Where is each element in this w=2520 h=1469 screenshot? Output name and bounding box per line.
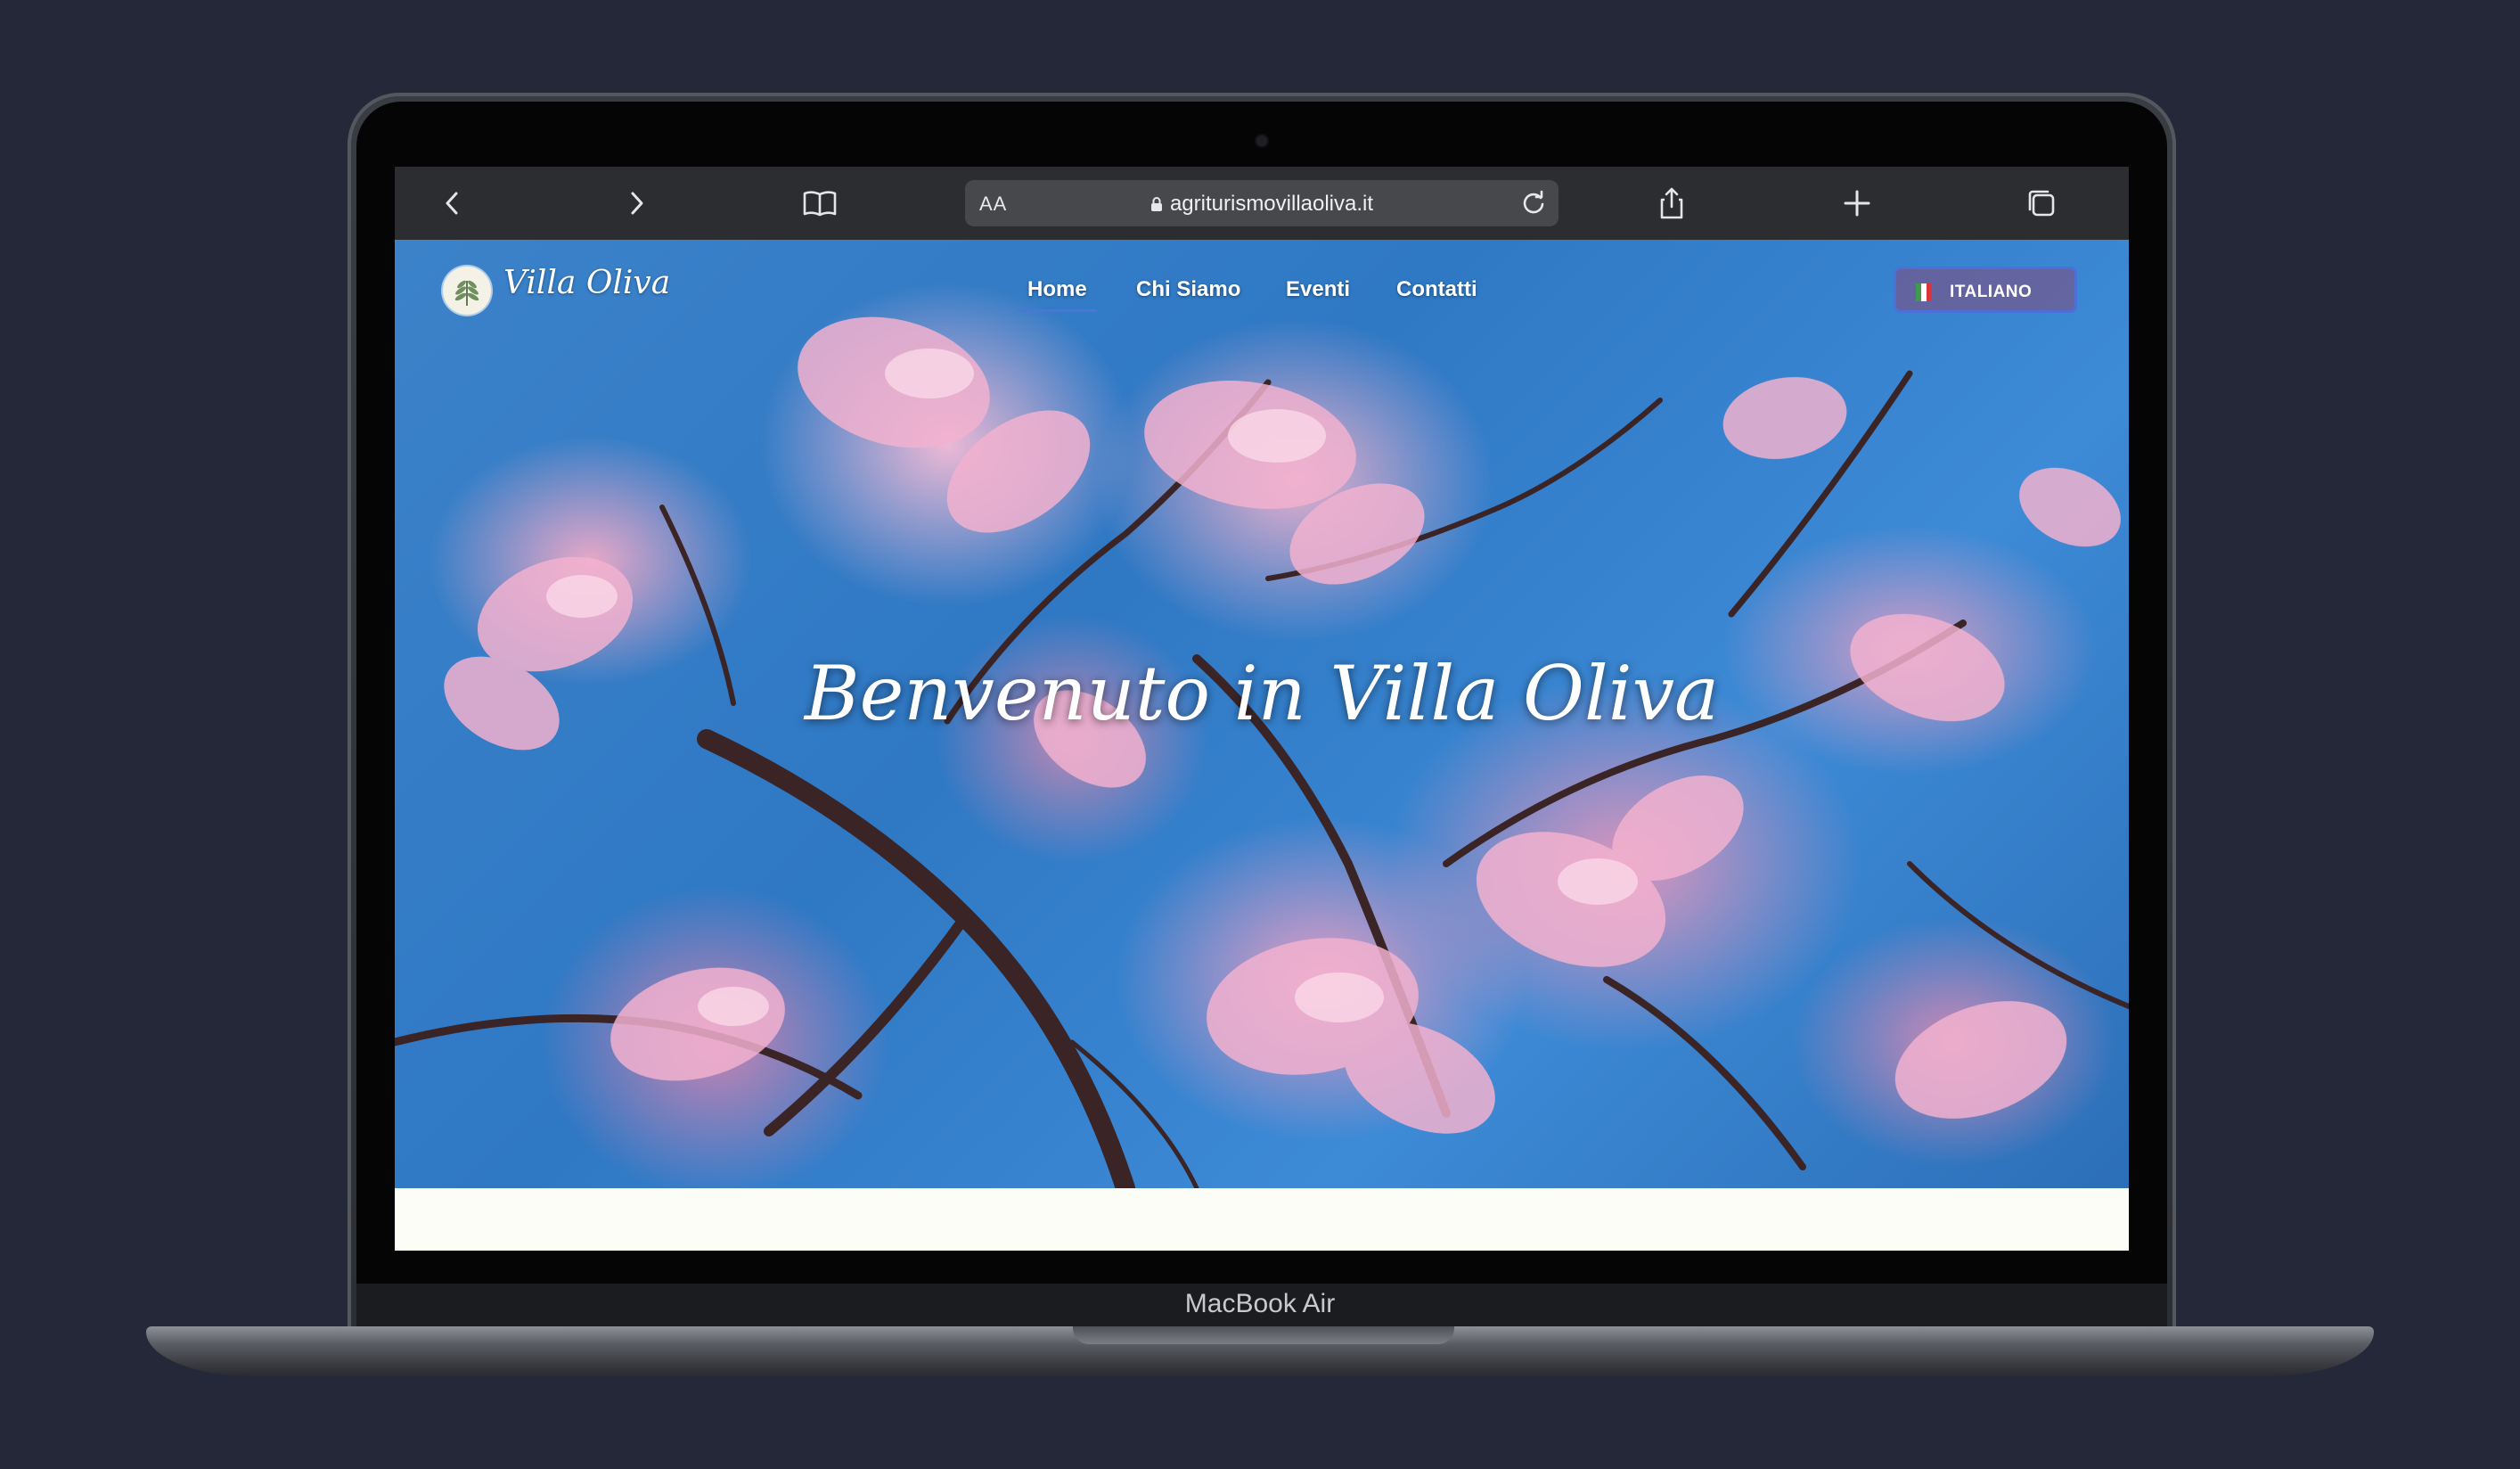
site-navbar: Villa Oliva Home Chi Siamo Eventi Contat… [395,240,2129,338]
nav-chi-siamo[interactable]: Chi Siamo [1136,277,1240,302]
nav-home[interactable]: Home [1027,277,1087,302]
lid-opening-notch [1073,1326,1454,1344]
nav-contatti[interactable]: Contatti [1396,277,1477,302]
nav-active-indicator [1017,309,1097,312]
olive-branch-logo-icon[interactable] [443,267,491,315]
back-arrow-icon[interactable] [432,183,473,224]
tabs-overview-icon[interactable] [2021,183,2062,224]
site-name[interactable]: Villa Oliva [503,265,670,301]
browser-screen: AA agriturismovillaoliva.it Villa Oliva … [395,167,2129,1251]
hero-title: Benvenuto in Villa Oliva [804,650,1720,737]
bookmarks-book-icon[interactable] [799,183,840,224]
reload-icon[interactable] [1518,187,1550,219]
model-label: MacBook Air [1184,1289,1336,1318]
url-display[interactable]: agriturismovillaoliva.it [965,192,1559,217]
language-selector-button[interactable]: ITALIANO [1894,267,2077,313]
language-label: ITALIANO [1950,283,2033,301]
address-bar[interactable]: AA agriturismovillaoliva.it [965,180,1559,226]
share-icon[interactable] [1651,183,1692,224]
nav-eventi[interactable]: Eventi [1286,277,1350,302]
camera-icon [1256,135,1267,146]
forward-arrow-icon[interactable] [616,183,657,224]
italian-flag-icon [1916,283,1932,301]
lock-icon [1150,193,1163,211]
new-tab-plus-icon[interactable] [1837,183,1878,224]
url-text: agriturismovillaoliva.it [1169,192,1374,216]
hero-section: Villa Oliva Home Chi Siamo Eventi Contat… [395,240,2129,1188]
browser-toolbar: AA agriturismovillaoliva.it [395,167,2129,240]
